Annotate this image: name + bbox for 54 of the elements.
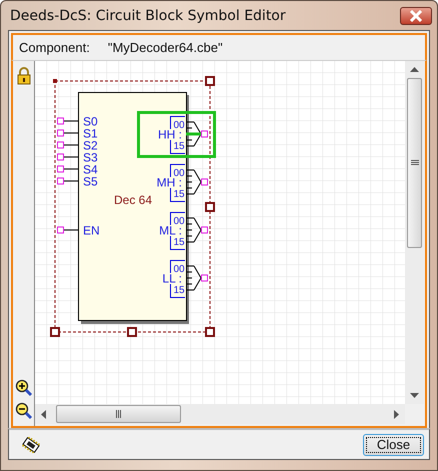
pin-label: S5 [83,174,98,188]
vertical-scrollbar[interactable] [405,61,424,404]
grip-icon [410,160,418,166]
output-bus-pin[interactable] [186,122,208,146]
input-pin[interactable] [57,166,78,172]
resize-handle[interactable] [127,327,137,337]
zoom-in-icon[interactable] [14,379,32,397]
input-pin[interactable] [57,118,78,124]
resize-handle[interactable] [50,327,60,337]
resize-handle[interactable] [53,79,57,83]
bus-index: 00 [170,212,186,227]
close-dialog-button[interactable]: Close [363,434,424,456]
component-label: Component: [19,40,90,55]
bus-index: 00 [170,116,186,131]
resize-handle[interactable] [205,76,215,86]
drawing-canvas[interactable]: Dec 64 S0 S1 S2 S3 S4 S5 EN 00 HH : 15 00 MH : 15 00 ML : 15 00 LL : 15 [35,61,405,404]
output-bus-pin[interactable] [186,170,208,194]
input-pin[interactable] [57,178,78,184]
lock-icon[interactable] [16,67,30,85]
input-pin[interactable] [57,130,78,136]
bus-index: 15 [170,140,186,154]
zoom-out-icon[interactable] [14,402,32,420]
pin-label: S4 [83,162,98,176]
close-icon [409,10,423,22]
bus-index: 15 [170,284,186,298]
scroll-thumb[interactable] [407,78,422,248]
scroll-left-icon[interactable] [41,410,46,418]
scroll-thumb[interactable] [56,405,181,423]
bus-index: 00 [170,260,186,275]
scroll-up-icon[interactable] [410,67,419,72]
scroll-right-icon[interactable] [394,410,399,418]
output-bus-pin[interactable] [186,266,208,290]
resize-handle[interactable] [205,327,215,337]
pin-label: S1 [83,126,98,140]
input-pin[interactable] [57,154,78,160]
pin-label: S2 [83,138,98,152]
bus-index: 15 [170,188,186,202]
component-name: "MyDecoder64.cbe" [108,40,223,55]
bus-index: 15 [170,236,186,250]
grip-icon [116,410,122,418]
block-body[interactable] [78,92,189,324]
output-bus-pin[interactable] [186,218,208,242]
window-title: Deeds-DcS: Circuit Block Symbol Editor [9,8,287,24]
pin-label: EN [83,224,100,238]
horizontal-scrollbar[interactable] [35,404,405,424]
input-pin[interactable] [57,142,78,148]
scroll-down-icon[interactable] [410,393,419,398]
block-name: Dec 64 [114,193,152,207]
pin-label: S0 [83,114,98,128]
pin-label: S3 [83,150,98,164]
bus-index: 00 [170,164,186,179]
resize-handle[interactable] [205,202,215,212]
input-pin[interactable] [57,226,78,234]
close-button[interactable] [400,6,432,24]
